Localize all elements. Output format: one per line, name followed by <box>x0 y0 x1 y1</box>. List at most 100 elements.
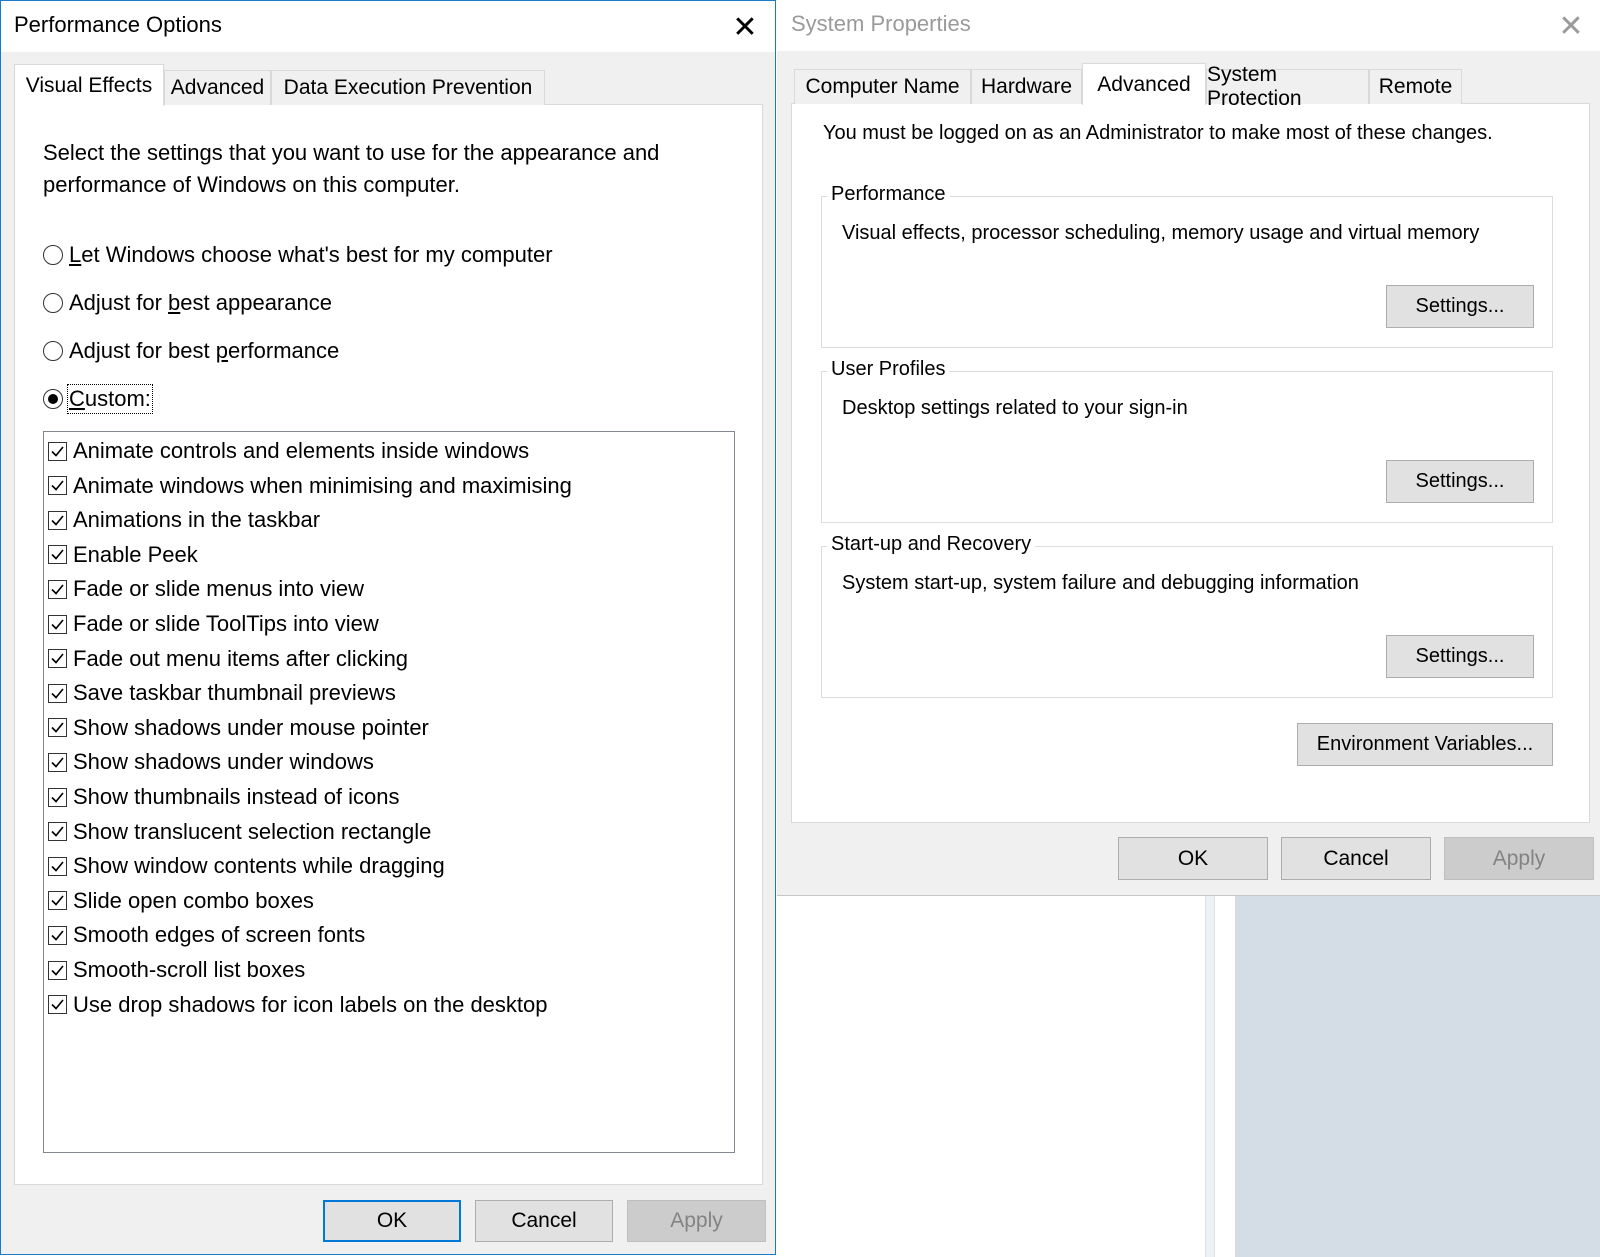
list-item[interactable]: Use drop shadows for icon labels on the … <box>48 990 548 1020</box>
group-title: Performance <box>827 183 950 206</box>
tab-label: Advanced <box>1097 72 1191 96</box>
tab-label: Visual Effects <box>25 73 153 97</box>
tab-system-protection[interactable]: System Protection <box>1206 63 1369 110</box>
window-title: Performance Options <box>14 12 222 37</box>
radio-icon[interactable] <box>43 293 63 313</box>
ok-button[interactable]: OK <box>1118 837 1268 880</box>
list-item[interactable]: Smooth edges of screen fonts <box>48 920 365 950</box>
ok-button[interactable]: OK <box>323 1200 461 1242</box>
visual-effects-list[interactable]: Animate controls and elements inside win… <box>43 431 735 1153</box>
checkbox-checked-icon[interactable] <box>48 787 67 807</box>
close-icon[interactable]: ✕ <box>725 7 765 47</box>
checkbox-checked-icon[interactable] <box>48 752 67 772</box>
list-item[interactable]: Show window contents while dragging <box>48 851 445 881</box>
button-label: Environment Variables... <box>1316 733 1534 755</box>
window-title: System Properties <box>791 11 971 36</box>
checkbox-checked-icon[interactable] <box>48 614 67 634</box>
list-item[interactable]: Show thumbnails instead of icons <box>48 782 400 812</box>
startup-recovery-settings-button[interactable]: Settings... <box>1386 635 1534 678</box>
radio-label: Custom: <box>67 384 153 414</box>
button-label: Apply <box>1492 846 1546 870</box>
desktop-strip <box>1205 893 1215 1257</box>
list-item-label: Show shadows under mouse pointer <box>73 714 429 740</box>
list-item[interactable]: Fade or slide ToolTips into view <box>48 609 379 639</box>
performance-settings-button[interactable]: Settings... <box>1386 285 1534 328</box>
apply-button[interactable]: Apply <box>627 1200 766 1242</box>
tab-label: Remote <box>1378 75 1453 98</box>
checkbox-checked-icon[interactable] <box>48 718 67 738</box>
checkbox-checked-icon[interactable] <box>48 476 67 496</box>
button-label: Apply <box>670 1209 723 1232</box>
cancel-button[interactable]: Cancel <box>1281 837 1431 880</box>
list-item[interactable]: Enable Peek <box>48 540 198 570</box>
list-item[interactable]: Fade out menu items after clicking <box>48 644 408 674</box>
checkbox-checked-icon[interactable] <box>48 995 67 1015</box>
radio-best-performance[interactable]: Adjust for best performance <box>43 336 339 366</box>
user-profiles-settings-button[interactable]: Settings... <box>1386 460 1534 503</box>
list-item-label: Show thumbnails instead of icons <box>73 784 400 809</box>
checkbox-checked-icon[interactable] <box>48 960 67 980</box>
list-item-label: Animate windows when minimising and maxi… <box>73 472 572 498</box>
list-item-label: Fade or slide ToolTips into view <box>73 611 379 636</box>
list-item[interactable]: Animate controls and elements inside win… <box>48 436 529 466</box>
desktop-background <box>1235 893 1600 1257</box>
list-item-label: Show shadows under windows <box>73 749 374 775</box>
checkbox-checked-icon[interactable] <box>48 510 67 530</box>
radio-custom[interactable]: Custom: <box>43 384 153 414</box>
tab-label: Data Execution Prevention <box>283 76 533 99</box>
list-item-label: Fade or slide menus into view <box>73 576 365 602</box>
apply-button[interactable]: Apply <box>1444 837 1594 880</box>
button-label: OK <box>1177 846 1209 870</box>
checkbox-checked-icon[interactable] <box>48 441 67 461</box>
list-item-label: Enable Peek <box>73 541 198 567</box>
checkbox-checked-icon[interactable] <box>48 579 67 599</box>
checkbox-checked-icon[interactable] <box>48 683 67 703</box>
button-label: Cancel <box>511 1209 577 1232</box>
radio-let-windows-choose[interactable]: Let Windows choose what's best for my co… <box>43 240 553 270</box>
list-item[interactable]: Animate windows when minimising and maxi… <box>48 471 572 501</box>
radio-icon[interactable] <box>43 341 63 361</box>
checkbox-checked-icon[interactable] <box>48 925 67 945</box>
list-item[interactable]: Animations in the taskbar <box>48 505 320 535</box>
radio-selected-icon[interactable] <box>43 389 63 409</box>
group-title: Start-up and Recovery <box>827 533 1036 556</box>
tab-visual-effects[interactable]: Visual Effects <box>14 64 164 106</box>
tab-data-execution-prevention[interactable]: Data Execution Prevention <box>271 70 545 105</box>
button-label: Cancel <box>1323 846 1389 870</box>
list-item[interactable]: Slide open combo boxes <box>48 886 314 916</box>
list-item[interactable]: Smooth-scroll list boxes <box>48 955 305 985</box>
radio-best-appearance[interactable]: Adjust for best appearance <box>43 288 332 318</box>
group-description: Visual effects, processor scheduling, me… <box>842 222 1480 244</box>
radio-icon[interactable] <box>43 245 63 265</box>
close-icon[interactable]: ✕ <box>1551 6 1591 46</box>
group-description: System start-up, system failure and debu… <box>842 572 1359 594</box>
list-item[interactable]: Show translucent selection rectangle <box>48 817 431 847</box>
radio-label: Let Windows choose what's best for my co… <box>69 242 553 267</box>
cancel-button[interactable]: Cancel <box>475 1200 613 1242</box>
list-item[interactable]: Show shadows under mouse pointer <box>48 713 429 743</box>
checkbox-checked-icon[interactable] <box>48 649 67 669</box>
checkbox-checked-icon[interactable] <box>48 545 67 565</box>
list-item[interactable]: Save taskbar thumbnail previews <box>48 678 396 708</box>
radio-label: Adjust for best appearance <box>69 290 332 315</box>
tab-advanced[interactable]: Advanced <box>164 70 271 105</box>
list-item[interactable]: Show shadows under windows <box>48 747 374 777</box>
list-item[interactable]: Fade or slide menus into view <box>48 574 364 604</box>
group-user-profiles: User Profiles Desktop settings related t… <box>821 358 1553 523</box>
title-bar[interactable]: Performance Options ✕ <box>1 1 775 52</box>
tab-advanced[interactable]: Advanced <box>1082 63 1206 105</box>
tab-computer-name[interactable]: Computer Name <box>794 69 971 104</box>
checkbox-checked-icon[interactable] <box>48 822 67 842</box>
button-label: Settings... <box>1415 645 1505 667</box>
button-label: Settings... <box>1415 470 1505 492</box>
button-label: Settings... <box>1415 295 1505 317</box>
checkbox-checked-icon[interactable] <box>48 891 67 911</box>
environment-variables-button[interactable]: Environment Variables... <box>1297 723 1553 766</box>
list-item-label: Use drop shadows for icon labels on the … <box>73 991 548 1017</box>
group-title: User Profiles <box>827 358 950 381</box>
list-item-label: Animations in the taskbar <box>73 507 321 533</box>
tab-remote[interactable]: Remote <box>1369 69 1462 104</box>
tab-hardware[interactable]: Hardware <box>971 69 1082 104</box>
title-bar[interactable]: System Properties ✕ <box>777 0 1600 51</box>
checkbox-checked-icon[interactable] <box>48 856 67 876</box>
